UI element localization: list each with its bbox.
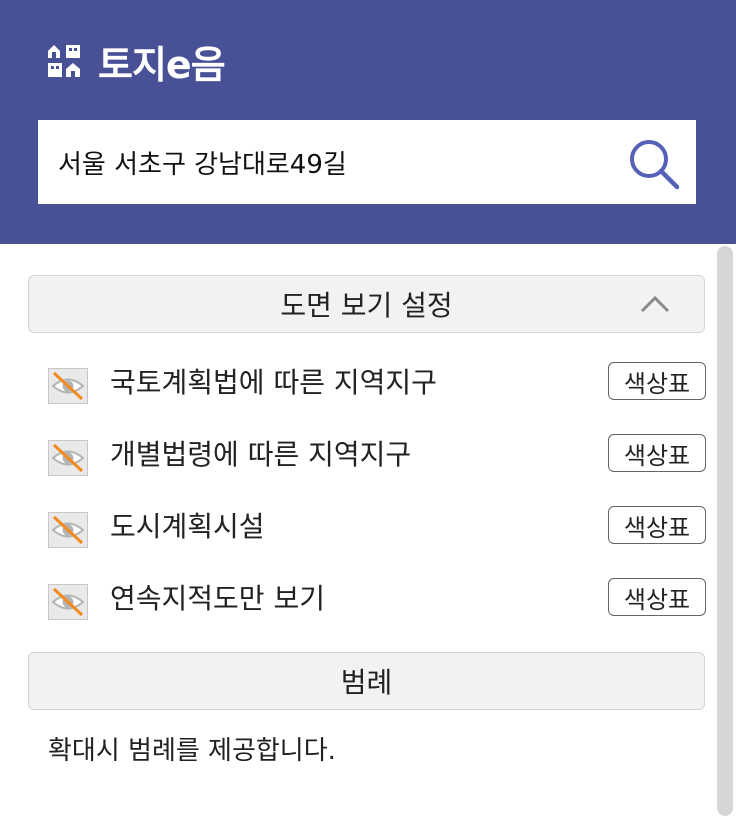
- map-settings-header[interactable]: 도면 보기 설정: [28, 275, 705, 333]
- color-chart-button[interactable]: 색상표: [608, 362, 706, 400]
- app-header: 토지e음: [0, 0, 736, 244]
- eye-off-icon[interactable]: [48, 440, 88, 476]
- logo[interactable]: 토지e음: [46, 38, 226, 87]
- layer-label: 개별법령에 따른 지역지구: [110, 438, 412, 471]
- address-search-input[interactable]: [58, 120, 618, 204]
- layer-label: 도시계획시설: [110, 510, 265, 543]
- address-search-box: [38, 120, 696, 204]
- map-settings-title: 도면 보기 설정: [280, 289, 453, 322]
- layer-row-cadastral-only[interactable]: 연속지적도만 보기 색상표: [46, 576, 706, 622]
- layer-label: 연속지적도만 보기: [110, 582, 325, 615]
- search-icon: [630, 140, 680, 190]
- search-button[interactable]: [626, 136, 682, 192]
- legend-header[interactable]: 범례: [28, 652, 705, 710]
- eye-off-icon[interactable]: [48, 584, 88, 620]
- legend-note: 확대시 범례를 제공합니다.: [48, 736, 336, 766]
- chevron-up-icon: [640, 295, 670, 313]
- layer-label: 국토계획법에 따른 지역지구: [110, 366, 437, 399]
- logo-text: 토지e음: [98, 42, 226, 87]
- legend-title: 범례: [340, 666, 393, 699]
- eye-off-icon[interactable]: [48, 368, 88, 404]
- color-chart-button[interactable]: 색상표: [608, 434, 706, 472]
- layer-row-national-planning[interactable]: 국토계획법에 따른 지역지구 색상표: [46, 360, 706, 406]
- color-chart-button[interactable]: 색상표: [608, 578, 706, 616]
- scrollbar-thumb[interactable]: [717, 246, 733, 816]
- logo-houses-icon: [48, 45, 80, 77]
- layer-row-individual-laws[interactable]: 개별법령에 따른 지역지구 색상표: [46, 432, 706, 478]
- color-chart-button[interactable]: 색상표: [608, 506, 706, 544]
- layer-row-urban-facilities[interactable]: 도시계획시설 색상표: [46, 504, 706, 550]
- eye-off-icon[interactable]: [48, 512, 88, 548]
